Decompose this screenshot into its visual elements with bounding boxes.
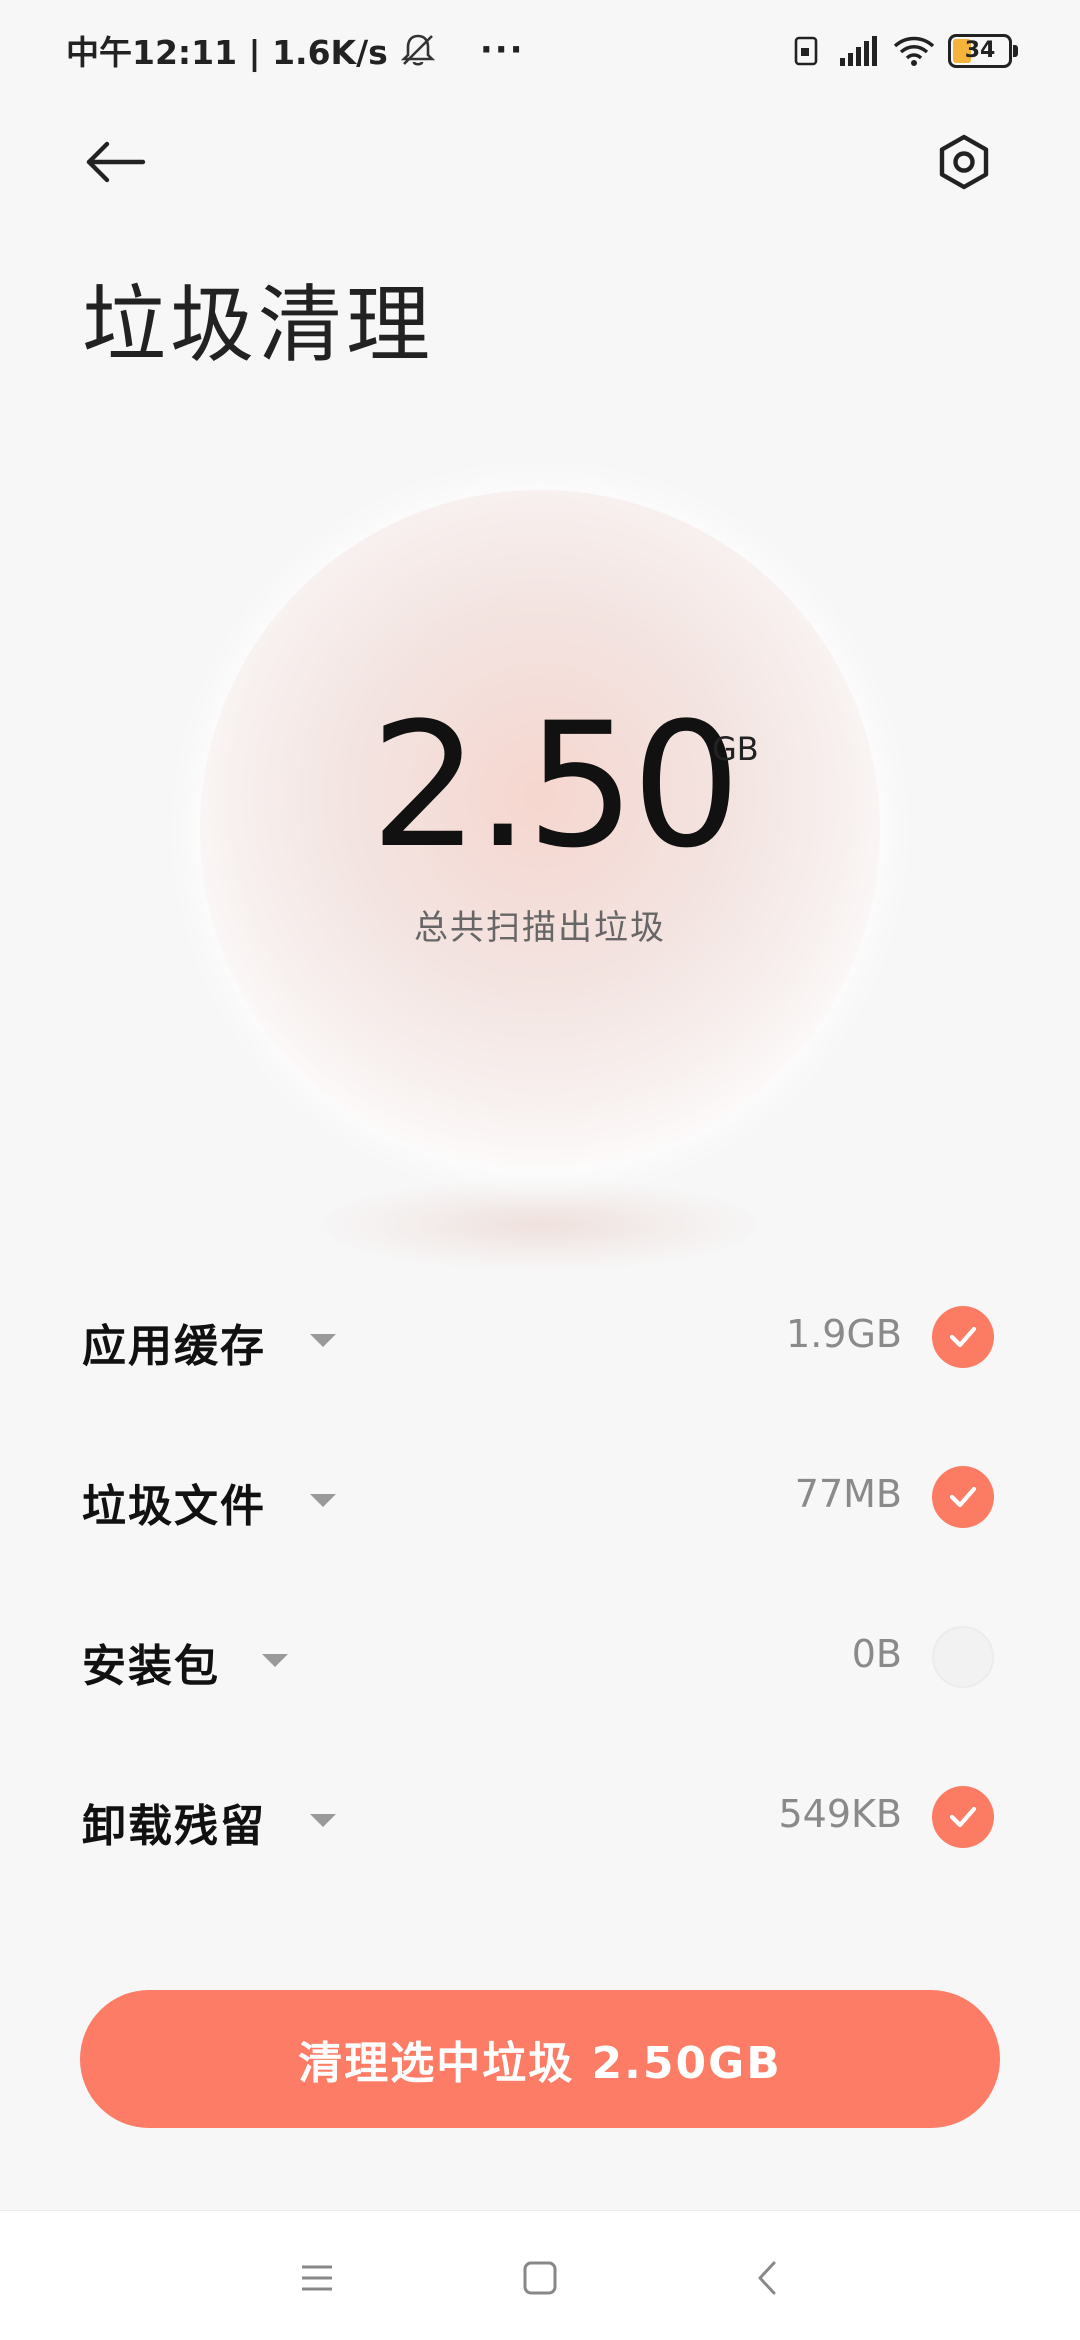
junk-item-junk-files[interactable]: 垃圾文件 77MB — [0, 1442, 1080, 1552]
item-label: 垃圾文件 — [82, 1481, 266, 1532]
settings-button[interactable] — [930, 128, 998, 196]
battery-level: 34 — [964, 38, 996, 63]
back-icon — [758, 2261, 776, 2295]
settings-icon — [939, 134, 989, 190]
item-size: 549KB — [778, 1792, 902, 1836]
junk-item-uninstall-residue[interactable]: 卸载残留 549KB — [0, 1762, 1080, 1872]
junk-cleaner-screen: 中午12:11 | 1.6K/s ··· 34 垃圾清理 2.50 GB 总共扫… — [0, 0, 1080, 2340]
check-icon — [949, 1806, 977, 1828]
home-icon — [523, 2261, 557, 2295]
expand-caret-icon[interactable] — [310, 1814, 336, 1827]
home-button[interactable] — [515, 2253, 565, 2303]
sim-icon — [790, 34, 824, 68]
total-junk-value: 2.50 — [370, 685, 741, 886]
menu-icon — [302, 2265, 332, 2291]
item-label: 应用缓存 — [82, 1321, 266, 1372]
battery-indicator: 34 — [948, 34, 1018, 68]
status-bar: 中午12:11 | 1.6K/s ··· 34 — [0, 0, 1080, 96]
expand-caret-icon[interactable] — [310, 1334, 336, 1347]
item-label: 安装包 — [82, 1641, 220, 1692]
status-right: 34 — [790, 28, 1018, 74]
circle-shadow — [320, 1180, 760, 1270]
item-label: 卸载残留 — [82, 1801, 266, 1852]
back-arrow-icon — [86, 141, 146, 183]
item-checkbox[interactable] — [932, 1466, 994, 1528]
item-size: 77MB — [794, 1472, 902, 1516]
item-checkbox[interactable] — [932, 1786, 994, 1848]
expand-caret-icon[interactable] — [310, 1494, 336, 1507]
signal-icon — [838, 34, 880, 68]
total-junk-unit: GB — [712, 730, 759, 768]
item-checkbox[interactable] — [932, 1306, 994, 1368]
menu-button[interactable] — [292, 2253, 342, 2303]
total-junk-caption: 总共扫描出垃圾 — [414, 908, 666, 948]
page-title: 垃圾清理 — [82, 276, 435, 374]
wifi-icon — [892, 34, 936, 68]
status-left: 中午12:11 | 1.6K/s ··· — [66, 26, 525, 74]
more-indicator: ··· — [479, 30, 525, 70]
item-checkbox[interactable] — [932, 1626, 994, 1688]
nav-back-button[interactable] — [742, 2253, 792, 2303]
junk-item-install-packages[interactable]: 安装包 0B — [0, 1602, 1080, 1712]
item-size: 1.9GB — [786, 1312, 902, 1356]
check-icon — [949, 1486, 977, 1508]
check-icon — [949, 1326, 977, 1348]
item-size: 0B — [851, 1632, 902, 1676]
back-button[interactable] — [80, 130, 152, 194]
navigation-bar — [0, 2210, 1080, 2340]
status-time-speed: 中午12:11 | 1.6K/s — [66, 33, 388, 72]
bell-off-icon — [398, 30, 438, 70]
junk-item-app-cache[interactable]: 应用缓存 1.9GB — [0, 1282, 1080, 1392]
clean-selected-button[interactable]: 清理选中垃圾 2.50GB — [80, 1990, 1000, 2128]
expand-caret-icon[interactable] — [262, 1654, 288, 1667]
